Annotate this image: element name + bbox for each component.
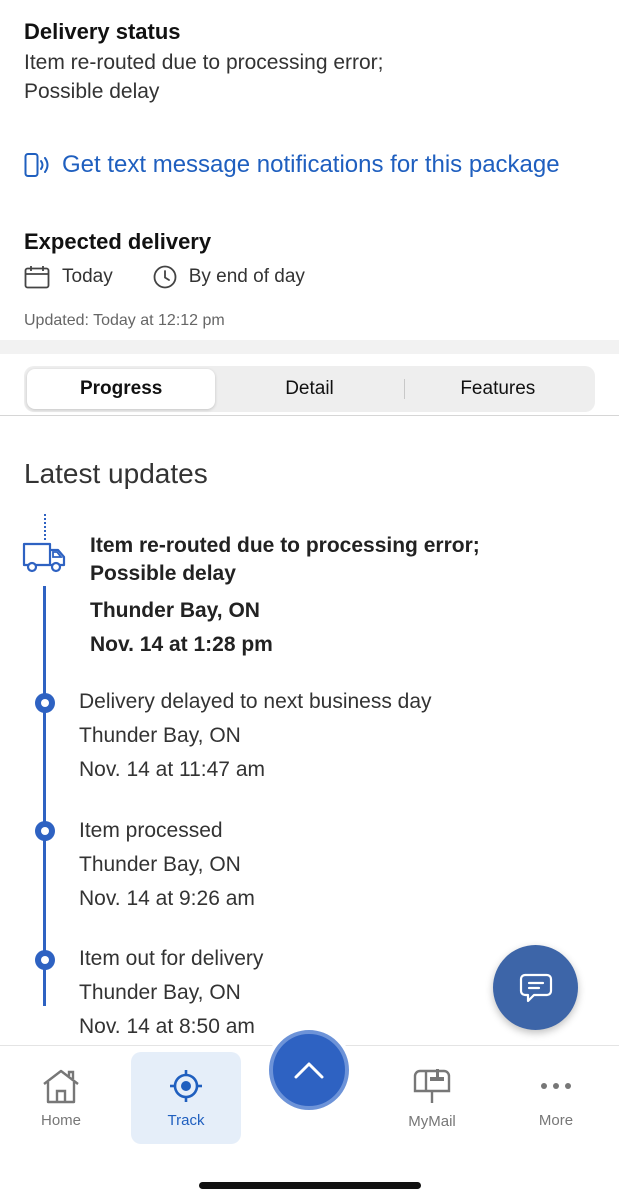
nav-mymail[interactable]: MyMail xyxy=(377,1052,487,1144)
latest-updates-title: Latest updates xyxy=(24,458,208,489)
updated-timestamp: Updated: Today at 12:12 pm xyxy=(24,312,225,329)
event-location: Thunder Bay, ON xyxy=(79,853,241,876)
event-time: Nov. 14 at 11:47 am xyxy=(79,758,265,781)
nav-home[interactable]: Home xyxy=(6,1052,116,1144)
text-notifications-link[interactable]: Get text message notifications for this … xyxy=(24,150,595,180)
timeline-dot xyxy=(35,950,55,970)
expand-up-button[interactable] xyxy=(269,1030,349,1110)
nav-mymail-label: MyMail xyxy=(408,1112,456,1130)
chat-button[interactable] xyxy=(493,945,578,1030)
delivery-status-line1: Item re-routed due to processing error; xyxy=(24,51,384,74)
nav-track[interactable]: Track xyxy=(131,1052,241,1144)
delivery-summary: Delivery status Item re-routed due to pr… xyxy=(0,0,619,332)
current-event-status-line1: Item re-routed due to processing error; xyxy=(90,534,480,557)
expected-date-text: Today xyxy=(62,266,113,287)
expected-time: By end of day xyxy=(153,265,305,289)
section-divider xyxy=(0,340,619,354)
truck-icon xyxy=(22,542,66,573)
tab-features[interactable]: Features xyxy=(403,369,592,409)
event-time: Nov. 14 at 9:26 am xyxy=(79,887,255,910)
event-location: Thunder Bay, ON xyxy=(79,724,241,747)
chat-icon xyxy=(519,973,552,1002)
nav-track-label: Track xyxy=(167,1111,205,1129)
current-event-location: Thunder Bay, ON xyxy=(90,599,260,622)
tab-detail[interactable]: Detail xyxy=(215,369,403,409)
chevron-up-icon xyxy=(294,1062,324,1079)
home-icon xyxy=(43,1069,79,1103)
current-event-time: Nov. 14 at 1:28 pm xyxy=(90,633,273,656)
timeline-dotted-start xyxy=(44,514,46,540)
list-item: Delivery delayed to next business day Th… xyxy=(79,685,599,787)
timeline-dot xyxy=(35,693,55,713)
more-icon xyxy=(541,1082,571,1089)
current-event: Item re-routed due to processing error; … xyxy=(90,532,590,662)
delivery-status-title: Delivery status xyxy=(24,19,181,44)
text-notifications-label: Get text message notifications for this … xyxy=(62,151,560,178)
tracking-tabs: Progress Detail Features xyxy=(24,366,595,412)
calendar-icon xyxy=(24,266,50,289)
timeline-line xyxy=(43,586,46,1006)
target-icon xyxy=(170,1069,202,1102)
event-status: Item processed xyxy=(79,819,223,842)
expected-delivery-title: Expected delivery xyxy=(24,229,212,254)
bottom-nav: Home Track MyMail More xyxy=(0,1026,619,1200)
tabs-underline xyxy=(0,415,619,416)
tab-progress[interactable]: Progress xyxy=(27,369,216,409)
phone-vibrate-icon xyxy=(24,153,49,177)
nav-home-label: Home xyxy=(40,1111,81,1129)
nav-more-label: More xyxy=(538,1111,574,1129)
clock-icon xyxy=(153,265,177,289)
nav-more[interactable]: More xyxy=(501,1052,611,1144)
timeline-dot xyxy=(35,821,55,841)
current-event-status-line2: Possible delay xyxy=(90,562,236,585)
expected-time-text: By end of day xyxy=(188,266,305,287)
list-item: Item processed Thunder Bay, ON Nov. 14 a… xyxy=(79,814,599,916)
mailbox-icon xyxy=(413,1068,451,1103)
expected-date: Today xyxy=(24,265,113,289)
expected-delivery-row: Today By end of day xyxy=(24,262,595,292)
event-status: Delivery delayed to next business day xyxy=(79,690,432,713)
delivery-status-line2: Possible delay xyxy=(24,80,160,103)
home-indicator xyxy=(199,1182,421,1189)
